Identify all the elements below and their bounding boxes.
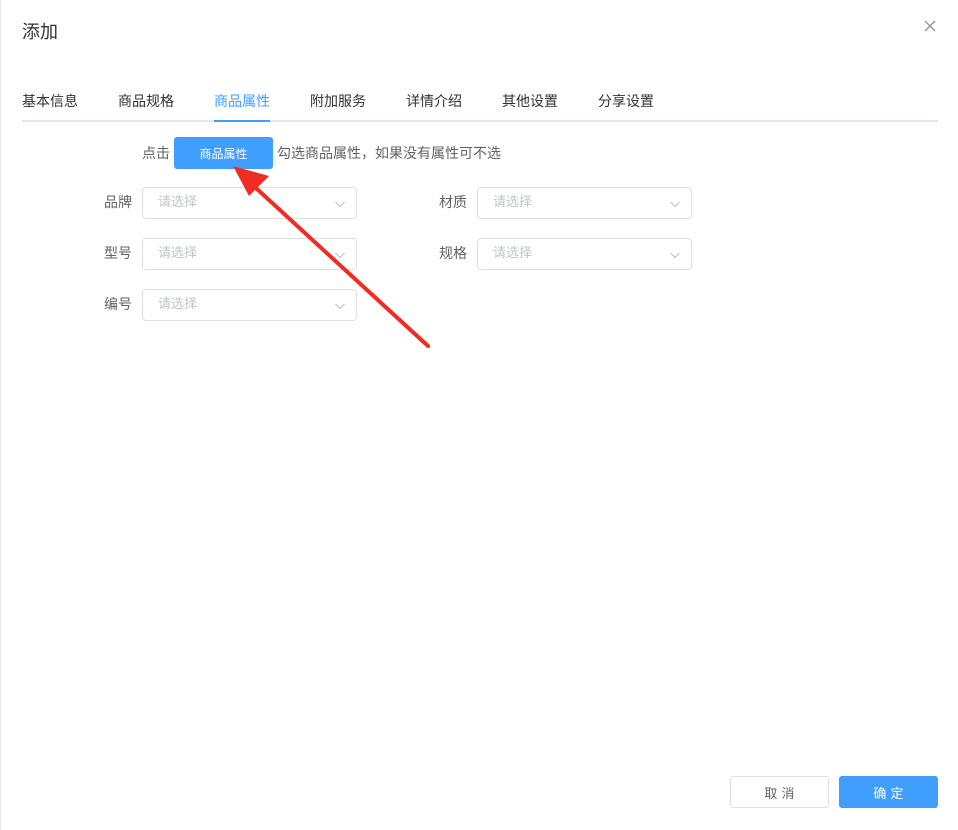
material-placeholder: 请选择 xyxy=(493,195,533,210)
attribute-hint: 点击 商品属性 勾选商品属性，如果没有属性可不选 xyxy=(142,137,501,169)
add-dialog: 添加 基本信息 商品规格 商品属性 附加服务 详情介绍 其他设置 分享设置 点击… xyxy=(0,0,958,830)
hint-suffix: 勾选商品属性，如果没有属性可不选 xyxy=(277,146,501,162)
spec-select[interactable]: 请选择 xyxy=(477,238,692,270)
tab-product-attributes[interactable]: 商品属性 xyxy=(214,92,270,120)
product-attributes-button[interactable]: 商品属性 xyxy=(174,137,273,169)
tab-extra-services[interactable]: 附加服务 xyxy=(310,92,366,120)
close-icon xyxy=(924,20,936,32)
dialog-title: 添加 xyxy=(22,22,58,43)
close-button[interactable] xyxy=(922,18,938,34)
chevron-down-icon xyxy=(670,252,680,259)
code-select[interactable]: 请选择 xyxy=(142,289,357,321)
material-label: 材质 xyxy=(439,195,467,211)
confirm-button[interactable]: 确 定 xyxy=(839,776,938,808)
model-select[interactable]: 请选择 xyxy=(142,238,357,270)
code-label: 编号 xyxy=(104,297,132,313)
tab-share-settings[interactable]: 分享设置 xyxy=(598,92,654,120)
chevron-down-icon xyxy=(335,201,345,208)
active-tab-indicator xyxy=(214,120,270,122)
annotation-arrow-icon xyxy=(233,166,430,348)
tab-details[interactable]: 详情介绍 xyxy=(406,92,462,120)
brand-label: 品牌 xyxy=(104,195,132,211)
material-select[interactable]: 请选择 xyxy=(477,187,692,219)
model-placeholder: 请选择 xyxy=(158,246,198,261)
brand-select[interactable]: 请选择 xyxy=(142,187,357,219)
model-label: 型号 xyxy=(104,246,132,262)
tab-other-settings[interactable]: 其他设置 xyxy=(502,92,558,120)
brand-placeholder: 请选择 xyxy=(158,195,198,210)
tab-product-spec[interactable]: 商品规格 xyxy=(118,92,174,120)
spec-label: 规格 xyxy=(439,246,467,262)
tab-bar: 基本信息 商品规格 商品属性 附加服务 详情介绍 其他设置 分享设置 xyxy=(22,88,938,122)
chevron-down-icon xyxy=(670,201,680,208)
chevron-down-icon xyxy=(335,303,345,310)
tab-basic-info[interactable]: 基本信息 xyxy=(22,92,78,120)
cancel-button[interactable]: 取 消 xyxy=(730,776,829,808)
chevron-down-icon xyxy=(335,252,345,259)
hint-prefix: 点击 xyxy=(142,146,170,162)
code-placeholder: 请选择 xyxy=(158,297,198,312)
spec-placeholder: 请选择 xyxy=(493,246,533,261)
